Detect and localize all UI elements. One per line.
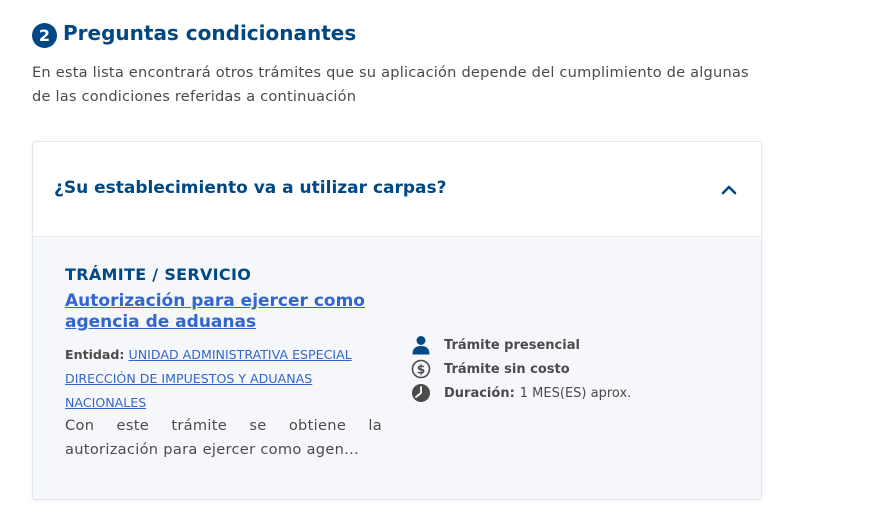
- feature-duration: Duración: 1 MES(ES) aprox.: [410, 382, 631, 404]
- feature-label: Duración:: [444, 385, 515, 401]
- dollar-circle-icon: $: [410, 358, 432, 380]
- section-header: 2 Preguntas condicionantes: [32, 17, 356, 48]
- description-line: autorización para ejercer como agen...: [65, 441, 360, 458]
- svg-text:$: $: [417, 362, 425, 376]
- section-intro: En esta lista encontrará otros trámites …: [32, 64, 749, 105]
- clock-icon: [410, 382, 432, 404]
- procedure-kind-label: TRÁMITE / SERVICIO: [65, 265, 252, 284]
- person-icon: [410, 334, 432, 356]
- entity-label: Entidad:: [65, 347, 125, 362]
- accordion-content: TRÁMITE / SERVICIO Autorización para eje…: [33, 238, 761, 499]
- feature-label: Trámite sin costo: [444, 361, 570, 377]
- procedure-description: Con este trámite se obtiene la autorizac…: [65, 414, 382, 462]
- feature-value: 1 MES(ES) aprox.: [519, 385, 632, 401]
- step-number-badge: 2: [32, 23, 57, 48]
- description-line: Con este trámite se obtiene la: [65, 417, 382, 434]
- accordion-question: ¿Su establecimiento va a utilizar carpas…: [54, 178, 447, 198]
- feature-label: Trámite presencial: [444, 337, 580, 353]
- feature-cost: $ Trámite sin costo: [410, 358, 570, 380]
- accordion-header[interactable]: ¿Su establecimiento va a utilizar carpas…: [33, 142, 761, 237]
- procedure-title-link[interactable]: Autorización para ejercer como agencia d…: [65, 291, 385, 333]
- chevron-up-icon[interactable]: [719, 180, 739, 200]
- procedure-entity: Entidad: UNIDAD ADMINISTRATIVA ESPECIAL …: [65, 343, 385, 415]
- condition-accordion: ¿Su establecimiento va a utilizar carpas…: [32, 141, 762, 500]
- section-title: Preguntas condicionantes: [63, 20, 357, 45]
- feature-modality: Trámite presencial: [410, 334, 580, 356]
